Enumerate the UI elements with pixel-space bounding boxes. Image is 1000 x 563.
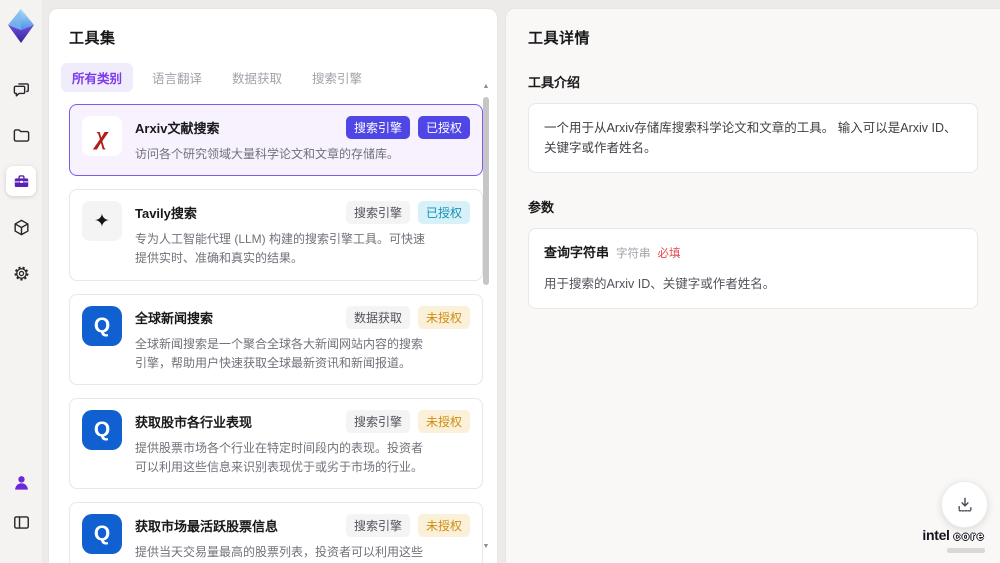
tool-card-main: Tavily搜索 搜索引擎 已授权 专为人工智能代理 (LLM) 构建的搜索引擎工… bbox=[135, 201, 470, 268]
badge: 未授权 bbox=[417, 514, 470, 538]
tool-icon: χ bbox=[82, 116, 122, 156]
badge: 未授权 bbox=[417, 409, 470, 433]
tool-card[interactable]: χ Arxiv文献搜索 搜索引擎 已授权 访问各个研究领域大量科学论文和文章的存储… bbox=[69, 104, 483, 177]
tool-icon: Q bbox=[82, 305, 122, 346]
package-icon[interactable] bbox=[6, 212, 36, 242]
badge: 数据获取 bbox=[345, 305, 410, 329]
tool-card-main: 获取市场最活跃股票信息 搜索引擎 未授权 提供当天交易量最高的股票列表，投资者可以… bbox=[135, 514, 470, 563]
scroll-down-icon[interactable]: ▼ bbox=[481, 543, 491, 551]
scroll-up-icon[interactable]: ▲ bbox=[481, 83, 491, 91]
tool-card-head: 获取股市各行业表现 搜索引擎 未授权 bbox=[135, 409, 470, 433]
tool-title: 全球新闻搜索 bbox=[135, 310, 214, 326]
category-tab[interactable]: 所有类别 bbox=[61, 63, 134, 92]
param-box: 查询字符串 字符串 必填 用于搜索的Arxiv ID、关键字或作者姓名。 bbox=[528, 228, 978, 309]
tool-description: 专为人工智能代理 (LLM) 构建的搜索引擎工具。可快速提供实时、准确和真实的结… bbox=[135, 232, 426, 266]
tool-badges: 搜索引擎 已授权 bbox=[345, 201, 470, 225]
tool-card-main: Arxiv文献搜索 搜索引擎 已授权 访问各个研究领域大量科学论文和文章的存储库。 bbox=[135, 116, 470, 164]
intel-core-logo: intel core bbox=[922, 527, 985, 553]
tool-badges: 搜索引擎 未授权 bbox=[345, 409, 470, 433]
tool-badges: 数据获取 未授权 bbox=[345, 305, 470, 329]
param-name: 查询字符串 bbox=[544, 245, 610, 260]
user-icon[interactable] bbox=[6, 467, 36, 497]
tool-list-panel: 工具集 所有类别 语言翻译 数据获取 搜索引擎 χ Arxiv文献搜索 搜索引擎 已授权… bbox=[48, 8, 498, 563]
category-tab[interactable]: 搜索引擎 bbox=[301, 63, 373, 92]
tool-icon: Q bbox=[82, 409, 122, 450]
param-type: 字符串 bbox=[616, 248, 651, 260]
tool-card-main: 获取股市各行业表现 搜索引擎 未授权 提供股票市场各个行业在特定时间段内的表现。投… bbox=[135, 409, 470, 477]
tool-description: 提供当天交易量最高的股票列表，投资者可以利用这些信息来识别流动性强的股票和潜在的… bbox=[135, 545, 424, 560]
badge: 搜索引擎 bbox=[345, 116, 410, 139]
tool-title: Arxiv文献搜索 bbox=[135, 121, 220, 136]
intro-text: 一个用于从Arxiv存储库搜索科学论文和文章的工具。 输入可以是Arxiv ID… bbox=[544, 121, 957, 155]
tool-list: χ Arxiv文献搜索 搜索引擎 已授权 访问各个研究领域大量科学论文和文章的存储… bbox=[69, 104, 483, 563]
detail-title: 工具详情 bbox=[528, 30, 591, 47]
badge: 搜索引擎 bbox=[345, 201, 410, 225]
tool-card-head: 获取市场最活跃股票信息 搜索引擎 未授权 bbox=[135, 514, 470, 538]
toolbox-icon[interactable] bbox=[6, 166, 36, 196]
intro-heading: 工具介绍 bbox=[528, 75, 581, 90]
tool-card[interactable]: Q 获取市场最活跃股票信息 搜索引擎 未授权 提供当天交易量最高的股票列表，投资者… bbox=[69, 502, 483, 563]
tool-icon: ✦ bbox=[82, 201, 122, 242]
tool-card[interactable]: ✦ Tavily搜索 搜索引擎 已授权 专为人工智能代理 (LLM) 构建的搜索引… bbox=[69, 189, 483, 281]
tool-card[interactable]: Q 获取股市各行业表现 搜索引擎 未授权 提供股票市场各个行业在特定时间段内的表现… bbox=[69, 397, 483, 490]
tool-description: 访问各个研究领域大量科学论文和文章的存储库。 bbox=[135, 147, 400, 161]
tool-icon: Q bbox=[82, 514, 122, 555]
folder-icon[interactable] bbox=[6, 120, 36, 150]
tool-card[interactable]: Q 全球新闻搜索 数据获取 未授权 全球新闻搜索是一个聚合全球各大新闻网站内容的搜… bbox=[69, 293, 483, 385]
tool-title: Tavily搜索 bbox=[135, 206, 197, 222]
category-tab[interactable]: 语言翻译 bbox=[141, 63, 213, 92]
app-logo-icon bbox=[8, 9, 34, 43]
param-required-badge: 必填 bbox=[657, 248, 681, 260]
category-tab[interactable]: 数据获取 bbox=[221, 63, 293, 92]
tool-badges: 搜索引擎 未授权 bbox=[345, 514, 470, 538]
category-tabs: 所有类别 语言翻译 数据获取 搜索引擎 bbox=[61, 63, 497, 92]
tool-card-head: Arxiv文献搜索 搜索引擎 已授权 bbox=[135, 116, 470, 139]
intro-box: 一个用于从Arxiv存储库搜索科学论文和文章的工具。 输入可以是Arxiv ID… bbox=[528, 103, 978, 173]
tool-description: 提供股票市场各个行业在特定时间段内的表现。投资者可以利用这些信息来识别表现优于或… bbox=[135, 440, 424, 475]
tool-detail-panel: 工具详情 工具介绍 一个用于从Arxiv存储库搜索科学论文和文章的工具。 输入可… bbox=[505, 8, 1000, 563]
intel-logo-subbar bbox=[947, 548, 985, 553]
scrollbar-thumb[interactable] bbox=[483, 97, 489, 285]
panel-toggle-icon[interactable] bbox=[6, 507, 36, 537]
params-heading: 参数 bbox=[528, 200, 555, 215]
badge: 搜索引擎 bbox=[345, 514, 410, 538]
core-wordmark: core bbox=[953, 529, 985, 543]
tool-card-main: 全球新闻搜索 数据获取 未授权 全球新闻搜索是一个聚合全球各大新闻网站内容的搜索引… bbox=[135, 305, 470, 373]
badge: 未授权 bbox=[417, 305, 470, 329]
tool-title: 获取股市各行业表现 bbox=[135, 414, 253, 430]
list-scrollbar[interactable]: ▲ ▼ bbox=[481, 83, 491, 551]
badge: 已授权 bbox=[417, 201, 470, 225]
tool-card-head: Tavily搜索 搜索引擎 已授权 bbox=[135, 201, 470, 225]
tool-title: 获取市场最活跃股票信息 bbox=[135, 519, 279, 535]
tool-description: 全球新闻搜索是一个聚合全球各大新闻网站内容的搜索引擎，帮助用户快速获取全球最新资… bbox=[135, 336, 424, 370]
tool-badges: 搜索引擎 已授权 bbox=[345, 116, 470, 139]
param-desc: 用于搜索的Arxiv ID、关键字或作者姓名。 bbox=[544, 276, 776, 291]
page-title: 工具集 bbox=[69, 30, 116, 47]
chat-icon[interactable] bbox=[6, 74, 36, 104]
param-header: 查询字符串 字符串 必填 bbox=[544, 243, 962, 264]
intel-wordmark: intel bbox=[922, 527, 950, 543]
badge: 已授权 bbox=[417, 116, 470, 139]
settings-icon[interactable] bbox=[6, 258, 36, 288]
tool-card-head: 全球新闻搜索 数据获取 未授权 bbox=[135, 305, 470, 329]
left-rail bbox=[0, 0, 42, 563]
badge: 搜索引擎 bbox=[345, 409, 410, 433]
download-icon bbox=[957, 497, 972, 512]
download-button[interactable] bbox=[941, 481, 988, 528]
